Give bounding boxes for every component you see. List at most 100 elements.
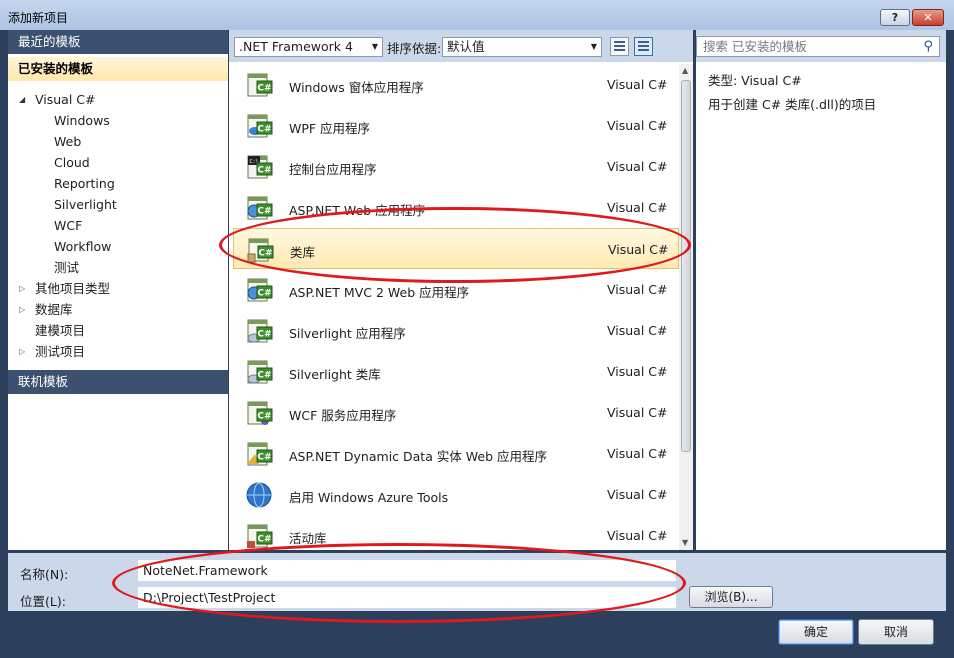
location-value: D:\Project\TestProject — [143, 590, 276, 605]
tree-item[interactable]: Web — [54, 132, 81, 152]
activity-library-icon: C# — [247, 524, 273, 548]
location-field[interactable]: D:\Project\TestProject — [138, 587, 676, 608]
tree-item[interactable]: 建模项目 — [35, 321, 85, 341]
svg-text:C#: C# — [257, 330, 271, 340]
small-icons-icon — [614, 41, 625, 52]
scroll-down-icon[interactable]: ▼ — [682, 538, 688, 547]
template-name: 启用 Windows Azure Tools — [289, 490, 449, 505]
template-row[interactable]: C# WCF 服务应用程序 Visual C# — [233, 392, 679, 433]
template-language: Visual C# — [607, 159, 668, 174]
project-form: 名称(N): NoteNet.Framework 位置(L): D:\Proje… — [8, 553, 946, 611]
tree-item[interactable]: 测试 — [54, 258, 79, 278]
name-field[interactable]: NoteNet.Framework — [138, 560, 676, 581]
template-row[interactable]: C# ASP.NET MVC 2 Web 应用程序 Visual C# — [233, 269, 679, 310]
ok-button[interactable]: 确定 — [778, 619, 854, 645]
template-list: C# Windows 窗体应用程序 Visual C# C# WPF 应用程序 Visua… — [233, 64, 679, 550]
svg-text:C#: C# — [257, 453, 271, 463]
template-row[interactable]: C# ASP.NET Web 应用程序 Visual C# — [233, 187, 679, 228]
sort-dropdown[interactable]: 默认值 ▼ — [442, 37, 602, 57]
tree-item[interactable]: 测试项目 — [35, 342, 85, 362]
template-language: Visual C# — [607, 323, 668, 338]
help-button[interactable]: ? — [880, 9, 910, 26]
search-placeholder: 搜索 已安装的模板 — [703, 39, 807, 54]
aspnet-web-icon: C# — [247, 196, 273, 220]
class-library-icon: C# — [247, 238, 274, 263]
svg-text:C#: C# — [257, 166, 271, 176]
scroll-up-icon[interactable]: ▲ — [682, 66, 688, 75]
template-name: ASP.NET MVC 2 Web 应用程序 — [289, 285, 470, 300]
template-row[interactable]: C:\ C# 控制台应用程序 Visual C# — [233, 146, 679, 187]
silverlight-lib-icon: C# — [247, 360, 273, 384]
online-templates-header[interactable]: 联机模板 — [8, 370, 228, 394]
list-view-button[interactable] — [634, 37, 653, 56]
template-language: Visual C# — [607, 487, 668, 502]
recent-templates-header[interactable]: 最近的模板 — [8, 30, 228, 54]
svg-text:C#: C# — [258, 249, 272, 259]
name-label: 名称(N): — [20, 567, 69, 582]
tree-item[interactable]: Visual C# — [35, 90, 96, 110]
framework-dropdown[interactable]: .NET Framework 4 ▼ — [234, 37, 383, 57]
tree-item[interactable]: 数据库 — [35, 300, 73, 320]
expanded-triangle-icon[interactable]: ◢ — [19, 95, 25, 104]
template-name: WCF 服务应用程序 — [289, 408, 397, 423]
small-icons-view-button[interactable] — [610, 37, 629, 56]
template-name: Windows 窗体应用程序 — [289, 80, 424, 95]
sort-label: 排序依据: — [387, 41, 442, 56]
tree-item[interactable]: Cloud — [54, 153, 90, 173]
template-name: 活动库 — [289, 531, 327, 546]
template-name: 控制台应用程序 — [289, 162, 377, 177]
template-name: ASP.NET Web 应用程序 — [289, 203, 426, 218]
cancel-button[interactable]: 取消 — [858, 619, 934, 645]
template-list-scrollbar[interactable]: ▲ ▼ — [679, 64, 693, 550]
collapsed-triangle-icon[interactable]: ▷ — [19, 347, 25, 356]
template-row[interactable]: 启用 Windows Azure Tools Visual C# — [233, 474, 679, 515]
template-language: Visual C# — [607, 405, 668, 420]
browse-button[interactable]: 浏览(B)... — [689, 586, 773, 608]
chevron-down-icon: ▼ — [371, 42, 378, 51]
dynamic-data-icon: C# — [247, 442, 273, 466]
title-bar: 添加新项目 ? ✕ — [0, 0, 954, 30]
svg-text:C#: C# — [257, 289, 271, 299]
scrollbar-thumb[interactable] — [681, 80, 691, 452]
template-details-panel: 类型: Visual C# 用于创建 C# 类库(.dll)的项目 — [696, 62, 946, 550]
collapsed-triangle-icon[interactable]: ▷ — [19, 305, 25, 314]
search-input[interactable]: 搜索 已安装的模板 ⚲ — [696, 36, 940, 57]
installed-templates-header[interactable]: 已安装的模板 — [8, 57, 228, 81]
template-row[interactable]: C# 活动库 Visual C# — [233, 515, 679, 550]
svg-text:C#: C# — [257, 535, 271, 545]
template-name: WPF 应用程序 — [289, 121, 371, 136]
svg-text:C#: C# — [257, 371, 271, 381]
search-icon[interactable]: ⚲ — [923, 37, 933, 56]
template-language: Visual C# — [607, 118, 668, 133]
list-toolbar: .NET Framework 4 ▼ 排序依据: 默认值 ▼ — [229, 30, 693, 62]
template-language: Visual C# — [607, 77, 668, 92]
template-name: ASP.NET Dynamic Data 实体 Web 应用程序 — [289, 449, 548, 464]
template-language: Visual C# — [608, 242, 669, 257]
template-row[interactable]: C# WPF 应用程序 Visual C# — [233, 105, 679, 146]
framework-value: .NET Framework 4 — [239, 39, 353, 54]
tree-item[interactable]: 其他项目类型 — [35, 279, 110, 299]
windows-forms-icon: C# — [247, 73, 273, 97]
search-bar-area: 搜索 已安装的模板 ⚲ — [696, 30, 946, 62]
collapsed-triangle-icon[interactable]: ▷ — [19, 284, 25, 293]
tree-item[interactable]: Windows — [54, 111, 110, 131]
svg-text:C#: C# — [257, 412, 271, 422]
close-button[interactable]: ✕ — [912, 9, 944, 26]
window-title: 添加新项目 — [8, 11, 69, 25]
template-language: Visual C# — [607, 282, 668, 297]
template-language: Visual C# — [607, 528, 668, 543]
template-row[interactable]: C# ASP.NET Dynamic Data 实体 Web 应用程序 Visual… — [233, 433, 679, 474]
template-name: Silverlight 类库 — [289, 367, 381, 382]
template-language: Visual C# — [607, 446, 668, 461]
tree-item[interactable]: WCF — [54, 216, 82, 236]
template-row[interactable]: C# Silverlight 类库 Visual C# — [233, 351, 679, 392]
tree-item[interactable]: Reporting — [54, 174, 115, 194]
list-view-icon — [638, 41, 649, 52]
template-row[interactable]: C# Silverlight 应用程序 Visual C# — [233, 310, 679, 351]
tree-item[interactable]: Workflow — [54, 237, 111, 257]
name-value: NoteNet.Framework — [143, 563, 268, 578]
tree-item[interactable]: Silverlight — [54, 195, 117, 215]
template-row[interactable]: C# Windows 窗体应用程序 Visual C# — [233, 64, 679, 105]
template-row[interactable]: C# 类库 Visual C# — [233, 228, 679, 269]
template-type: 类型: Visual C# — [708, 73, 802, 88]
